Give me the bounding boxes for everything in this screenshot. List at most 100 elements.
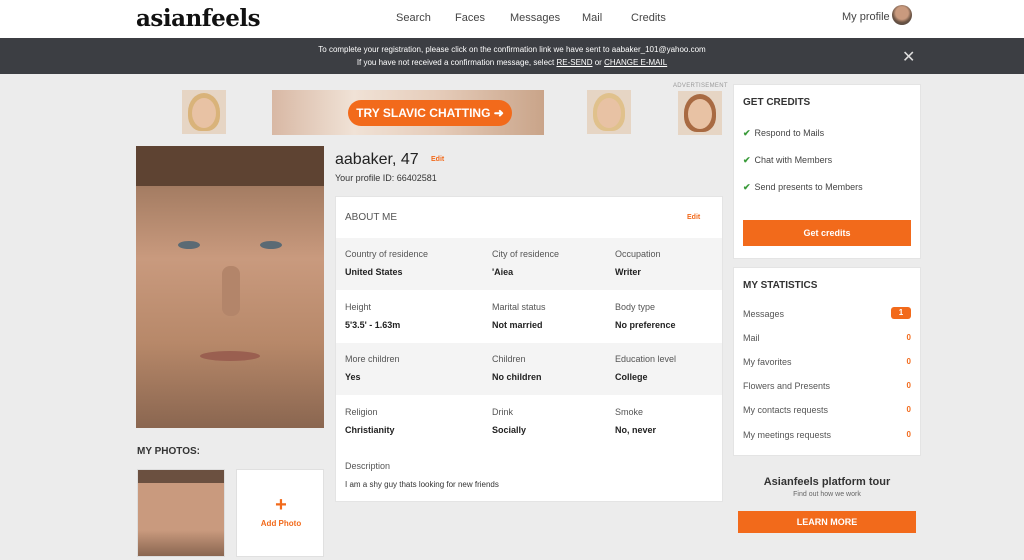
my-statistics-title: MY STATISTICS: [743, 280, 818, 291]
field-value: Socially: [492, 425, 527, 435]
add-photo-button[interactable]: + Add Photo: [236, 469, 324, 557]
edit-name-link[interactable]: Edit: [431, 156, 444, 163]
ad-photo-3[interactable]: [678, 91, 722, 135]
get-credits-title: GET CREDITS: [743, 97, 811, 108]
field-label: Education level: [615, 354, 677, 364]
about-row: Religion Christianity Drink Socially Smo…: [336, 396, 722, 448]
field-value: Not married: [492, 320, 543, 330]
stat-label: Messages: [743, 309, 785, 319]
field-label: Marital status: [492, 302, 546, 312]
stat-value: 0: [906, 430, 911, 439]
close-icon[interactable]: ✕: [902, 47, 915, 67]
credits-benefit: ✔ Send presents to Members: [743, 182, 863, 193]
stat-meetings-requests[interactable]: My meetings requests 0: [743, 430, 911, 440]
credits-benefit-label: Send presents to Members: [754, 182, 863, 192]
stat-favorites[interactable]: My favorites 0: [743, 357, 911, 367]
about-row: Country of residence United States City …: [336, 238, 722, 290]
avatar[interactable]: [892, 5, 912, 25]
stat-value: 0: [906, 381, 911, 390]
get-credits-card: GET CREDITS ✔ Respond to Mails ✔ Chat with…: [733, 84, 921, 259]
resend-link[interactable]: RE-SEND: [556, 58, 592, 67]
description-text: I am a shy guy thats looking for new fri…: [345, 480, 499, 489]
about-me-title: ABOUT ME: [345, 212, 398, 223]
stat-flowers-presents[interactable]: Flowers and Presents 0: [743, 381, 911, 391]
check-icon: ✔: [743, 182, 751, 192]
stat-value: 0: [906, 333, 911, 342]
about-me-card: ABOUT ME Edit Country of residence Unite…: [335, 196, 723, 502]
photo-thumbnail[interactable]: [137, 469, 225, 557]
field-label: Drink: [492, 407, 514, 417]
field-label: Religion: [345, 407, 378, 417]
check-icon: ✔: [743, 155, 751, 165]
nav-search[interactable]: Search: [396, 12, 431, 24]
about-row: Height 5'3.5' - 1.63m Marital status Not…: [336, 291, 722, 343]
stat-label: Flowers and Presents: [743, 381, 831, 391]
change-email-link[interactable]: CHANGE E-MAIL: [604, 58, 667, 67]
get-credits-button[interactable]: Get credits: [743, 220, 911, 246]
field-label: Children: [492, 354, 526, 364]
edit-about-link[interactable]: Edit: [687, 214, 700, 221]
stat-label: My contacts requests: [743, 405, 829, 415]
banner-line-2-text: If you have not received a confirmation …: [356, 58, 557, 67]
nav-messages[interactable]: Messages: [510, 12, 560, 24]
platform-tour-title: Asianfeels platform tour: [763, 476, 891, 488]
stat-label: My favorites: [743, 357, 792, 367]
learn-more-button[interactable]: LEARN MORE: [738, 511, 916, 533]
stat-label: My meetings requests: [743, 430, 832, 440]
banner-line-1: To complete your registration, please cl…: [318, 45, 706, 54]
field-value: No preference: [615, 320, 676, 330]
credits-benefit-label: Respond to Mails: [754, 128, 825, 138]
field-value: 'Aiea: [492, 267, 514, 277]
nav-faces[interactable]: Faces: [455, 12, 485, 24]
try-slavic-chatting-button[interactable]: TRY SLAVIC CHATTING ➜: [348, 100, 512, 126]
field-value: United States: [345, 267, 403, 277]
field-value: College: [615, 372, 648, 382]
credits-benefit-label: Chat with Members: [754, 155, 833, 165]
stat-messages[interactable]: Messages 1: [743, 307, 911, 319]
about-row: More children Yes Children No children E…: [336, 343, 722, 395]
field-value: No children: [492, 372, 542, 382]
profile-id: Your profile ID: 66402581: [335, 173, 437, 183]
profile-name: aabaker, 47: [335, 151, 419, 168]
field-value: Yes: [345, 372, 361, 382]
field-label: Country of residence: [345, 249, 429, 259]
banner-or-text: or: [592, 58, 605, 67]
check-icon: ✔: [743, 128, 751, 138]
profile-photo[interactable]: [136, 146, 324, 428]
field-label: Height: [345, 302, 372, 312]
site-logo[interactable]: asianfeels: [136, 5, 261, 32]
field-value: No, never: [615, 425, 657, 435]
field-label: City of residence: [492, 249, 560, 259]
nav-mail[interactable]: Mail: [582, 12, 602, 24]
my-photos-title: MY PHOTOS:: [137, 446, 200, 457]
nav-credits[interactable]: Credits: [631, 12, 666, 24]
field-value: Christianity: [345, 425, 395, 435]
banner-line-2: If you have not received a confirmation …: [0, 58, 1024, 67]
credits-benefit: ✔ Chat with Members: [743, 155, 832, 166]
advertisement-label: ADVERTISEMENT: [673, 83, 728, 89]
stat-badge: 1: [891, 307, 911, 319]
field-label: More children: [345, 354, 400, 364]
confirmation-banner: To complete your registration, please cl…: [0, 38, 1024, 74]
field-label: Occupation: [615, 249, 661, 259]
plus-icon: +: [275, 494, 287, 516]
my-statistics-card: MY STATISTICS Messages 1 Mail 0 My favorit…: [733, 267, 921, 456]
ad-photo-2[interactable]: [587, 90, 631, 134]
field-label: Body type: [615, 302, 656, 312]
top-nav: asianfeels Search Faces Messages Mail Cr…: [0, 0, 1024, 38]
add-photo-label: Add Photo: [260, 519, 302, 528]
field-value: Writer: [615, 267, 641, 277]
description-label: Description: [345, 461, 391, 471]
platform-tour-subtitle: Find out how we work: [793, 491, 861, 498]
credits-benefit: ✔ Respond to Mails: [743, 128, 824, 139]
stat-mail[interactable]: Mail 0: [743, 333, 911, 343]
stat-label: Mail: [743, 333, 760, 343]
stat-value: 0: [906, 357, 911, 366]
stat-contacts-requests[interactable]: My contacts requests 0: [743, 405, 911, 415]
field-value: 5'3.5' - 1.63m: [345, 320, 401, 330]
ad-photo-1[interactable]: [182, 90, 226, 134]
stat-value: 0: [906, 405, 911, 414]
field-label: Smoke: [615, 407, 644, 417]
ad-banner[interactable]: TRY SLAVIC CHATTING ➜: [272, 90, 544, 135]
my-profile-link[interactable]: My profile: [842, 11, 890, 23]
